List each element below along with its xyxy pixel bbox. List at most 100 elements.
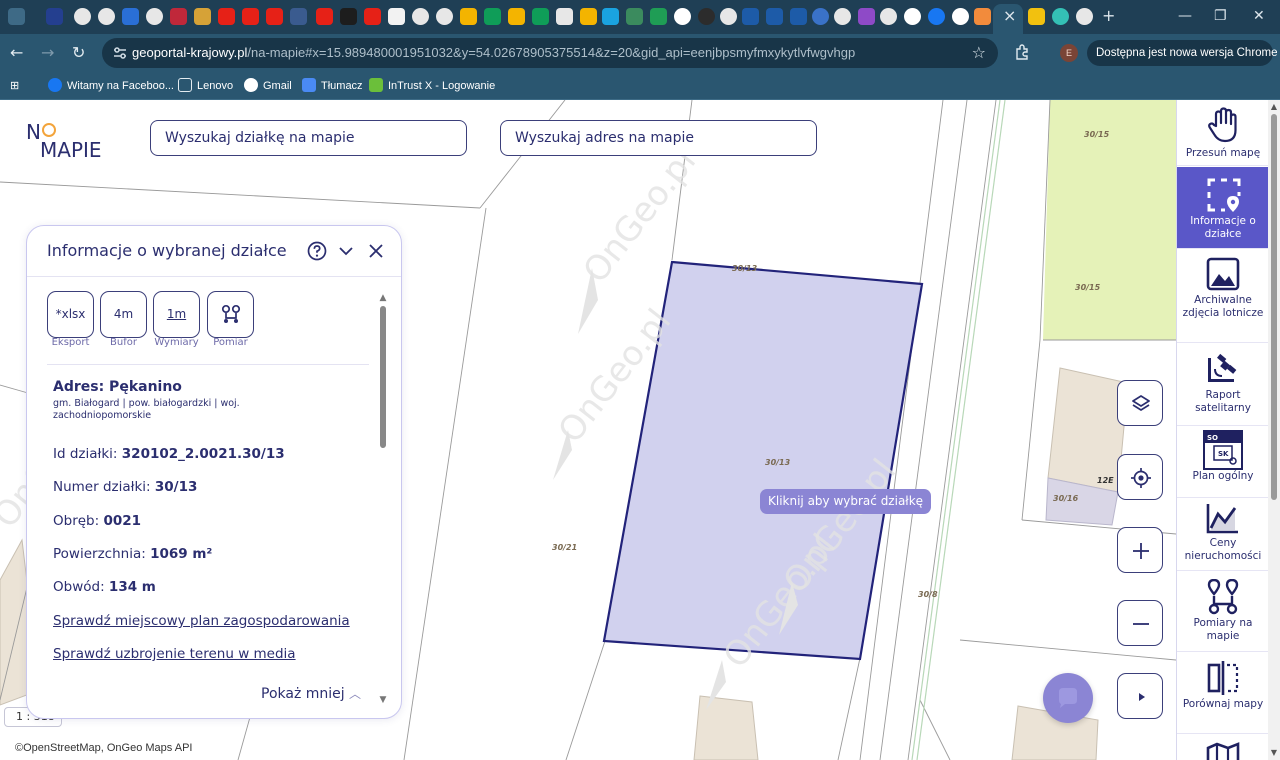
- sidebar-item-pan[interactable]: Przesuń mapę: [1177, 100, 1269, 166]
- tab-favicon[interactable]: [650, 8, 667, 25]
- zoom-out-button[interactable]: [1117, 600, 1163, 646]
- tab-favicon[interactable]: [1028, 8, 1045, 25]
- maximize-icon[interactable]: ❐: [1214, 6, 1227, 26]
- tab-favicon[interactable]: [674, 8, 691, 25]
- measure-button[interactable]: [207, 291, 254, 338]
- map-attribution[interactable]: ©OpenStreetMap, OnGeo Maps API: [4, 739, 204, 759]
- tab-favicon[interactable]: [580, 8, 597, 25]
- dimensions-button[interactable]: 1m: [153, 291, 200, 338]
- layers-button[interactable]: [1117, 380, 1163, 426]
- tab-favicon[interactable]: [146, 8, 163, 25]
- tab-favicon[interactable]: [556, 8, 573, 25]
- tab-favicon[interactable]: [858, 8, 875, 25]
- sidebar-item-compare-maps[interactable]: Porównaj mapy: [1177, 653, 1269, 734]
- tab-favicon[interactable]: [266, 8, 283, 25]
- bookmark-gmail[interactable]: Gmail: [244, 78, 292, 94]
- extensions-icon[interactable]: [1014, 44, 1030, 60]
- expand-panel-button[interactable]: [1117, 673, 1163, 719]
- sidebar-item-parcel-info[interactable]: Informacje o działce: [1177, 167, 1269, 249]
- sidebar-item-map[interactable]: [1177, 735, 1269, 760]
- apps-grid-icon[interactable]: ⊞: [10, 78, 19, 94]
- sidebar-item-measurements[interactable]: Pomiary na mapie: [1177, 572, 1269, 652]
- bookmark-intrust[interactable]: InTrust X - Logowanie: [369, 78, 495, 94]
- tab-favicon[interactable]: [974, 8, 991, 25]
- collapse-chevron-icon[interactable]: [335, 240, 357, 262]
- panel-scroll-down-icon[interactable]: ▼: [377, 695, 389, 705]
- tab-favicon[interactable]: [904, 8, 921, 25]
- tab-favicon[interactable]: [460, 8, 477, 25]
- tab-favicon[interactable]: [364, 8, 381, 25]
- tab-favicon[interactable]: [952, 8, 969, 25]
- tab-favicon[interactable]: [412, 8, 429, 25]
- export-xlsx-button[interactable]: *xlsx: [47, 291, 94, 338]
- page-scroll-down-icon[interactable]: ▼: [1268, 748, 1280, 758]
- sidebar-item-general-plan[interactable]: SO SK Plan ogólny: [1177, 427, 1269, 498]
- check-zoning-plan-link[interactable]: Sprawdź miejscowy plan zagospodarowania: [53, 612, 350, 630]
- bookmark-lenovo[interactable]: Lenovo: [178, 78, 233, 94]
- site-settings-icon[interactable]: [112, 45, 128, 61]
- chrome-update-button[interactable]: Dostępna jest nowa wersja Chrome ⋮: [1087, 40, 1278, 66]
- profile-avatar[interactable]: E: [1060, 44, 1078, 62]
- tab-favicon[interactable]: [98, 8, 115, 25]
- address-bar[interactable]: geoportal-krajowy.pl/na-mapie#x=15.98948…: [102, 38, 998, 68]
- show-less-button[interactable]: Pokaż mniej: [261, 685, 345, 703]
- tab-favicon[interactable]: [290, 8, 307, 25]
- tab-favicon[interactable]: [880, 8, 897, 25]
- tab-favicon[interactable]: [1052, 8, 1069, 25]
- check-utilities-link[interactable]: Sprawdź uzbrojenie terenu w media: [53, 645, 296, 663]
- tab-favicon[interactable]: [626, 8, 643, 25]
- sidebar-item-aerial-photos[interactable]: Archiwalne zdjęcia lotnicze: [1177, 250, 1269, 343]
- tab-favicon[interactable]: [720, 8, 737, 25]
- address-search-input[interactable]: Wyszukaj adres na mapie: [500, 120, 817, 156]
- chat-button[interactable]: [1043, 673, 1093, 723]
- tab-favicon[interactable]: [812, 8, 829, 25]
- tab-favicon[interactable]: [602, 8, 619, 25]
- url-text[interactable]: geoportal-krajowy.pl/na-mapie#x=15.98948…: [132, 44, 855, 62]
- buffer-button[interactable]: 4m: [100, 291, 147, 338]
- panel-scroll-up-icon[interactable]: ▲: [377, 293, 389, 303]
- locate-button[interactable]: [1117, 454, 1163, 500]
- tab-favicon[interactable]: [46, 8, 63, 25]
- bookmark-facebook[interactable]: Witamy na Faceboo...: [48, 78, 174, 94]
- tab-search-icon[interactable]: [8, 8, 25, 25]
- tab-favicon[interactable]: [766, 8, 783, 25]
- zoom-in-button[interactable]: [1117, 527, 1163, 573]
- reload-icon[interactable]: ↻: [72, 43, 85, 63]
- chevron-up-icon[interactable]: ︿: [349, 685, 361, 703]
- back-icon[interactable]: ←: [10, 43, 23, 63]
- page-scrollbar-thumb[interactable]: [1271, 114, 1277, 500]
- tab-favicon[interactable]: [74, 8, 91, 25]
- tab-favicon[interactable]: [436, 8, 453, 25]
- tab-favicon[interactable]: [834, 8, 851, 25]
- bookmark-star-icon[interactable]: ☆: [972, 43, 986, 63]
- tab-favicon[interactable]: [532, 8, 549, 25]
- tab-favicon[interactable]: [698, 8, 715, 25]
- tab-favicon[interactable]: [340, 8, 357, 25]
- close-icon[interactable]: [365, 240, 387, 262]
- tab-favicon[interactable]: [742, 8, 759, 25]
- tab-favicon[interactable]: [928, 8, 945, 25]
- tab-favicon[interactable]: [170, 8, 187, 25]
- parcel-search-input[interactable]: Wyszukaj działkę na mapie: [150, 120, 467, 156]
- tab-favicon[interactable]: [508, 8, 525, 25]
- tab-favicon[interactable]: [388, 8, 405, 25]
- tab-favicon[interactable]: [194, 8, 211, 25]
- nomapie-logo[interactable]: N MAPIE: [26, 122, 102, 160]
- help-icon[interactable]: [306, 240, 328, 262]
- minimize-icon[interactable]: —: [1178, 6, 1192, 26]
- forward-icon[interactable]: →: [41, 43, 54, 63]
- tab-favicon[interactable]: [484, 8, 501, 25]
- panel-scrollbar-thumb[interactable]: [380, 306, 386, 448]
- tab-favicon[interactable]: [1076, 8, 1093, 25]
- sidebar-item-satellite-report[interactable]: Raport satelitarny: [1177, 344, 1269, 426]
- sidebar-item-property-prices[interactable]: Ceny nieruchomości: [1177, 499, 1269, 571]
- tab-favicon[interactable]: [790, 8, 807, 25]
- close-tab-icon[interactable]: ×: [1003, 6, 1016, 26]
- new-tab-icon[interactable]: +: [1102, 6, 1115, 26]
- tab-favicon[interactable]: [122, 8, 139, 25]
- tab-favicon[interactable]: [316, 8, 333, 25]
- tab-favicon[interactable]: [218, 8, 235, 25]
- tab-favicon[interactable]: [242, 8, 259, 25]
- page-scroll-up-icon[interactable]: ▲: [1268, 102, 1280, 112]
- close-window-icon[interactable]: ✕: [1253, 6, 1265, 26]
